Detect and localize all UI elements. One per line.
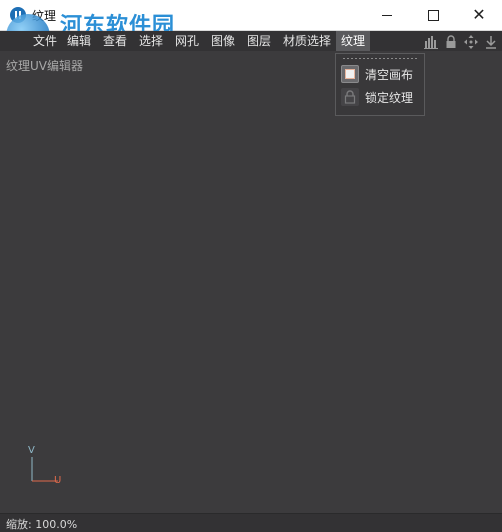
- editor-title: 纹理UV编辑器: [6, 59, 83, 73]
- title-bar: 纹理 河东软件园 www.pc0359.cn ✕: [0, 0, 502, 58]
- move-icon[interactable]: [464, 35, 478, 49]
- menu-item-label: 清空画布: [365, 68, 414, 82]
- menu-mesh[interactable]: 网孔: [170, 31, 204, 51]
- menu-item-label: 锁定纹理: [365, 91, 414, 105]
- menu-item-clear-canvas[interactable]: 清空画布: [339, 64, 423, 84]
- status-bar: 缩放: 100.0%: [0, 513, 502, 532]
- menu-layer[interactable]: 图层: [242, 31, 276, 51]
- menu-item-lock-texture[interactable]: 锁定纹理: [339, 87, 423, 107]
- menu-texture[interactable]: 纹理: [336, 31, 371, 51]
- minimize-button[interactable]: [364, 0, 410, 30]
- menu-edit[interactable]: 编辑: [62, 31, 96, 51]
- lock-icon[interactable]: [444, 35, 458, 49]
- menu-view[interactable]: 查看: [98, 31, 132, 51]
- uv-editor-area[interactable]: 文件 编辑 查看 选择 网孔 图像 图层 材质选择 纹理 纹理UV编辑器 清空画…: [0, 31, 502, 532]
- histogram-icon[interactable]: [424, 35, 438, 49]
- window-title: 纹理: [32, 9, 57, 23]
- canvas-icon: [341, 65, 359, 83]
- close-button[interactable]: ✕: [456, 0, 502, 30]
- lock-icon: [341, 88, 359, 106]
- menubar: 文件 编辑 查看 选择 网孔 图像 图层 材质选择 纹理: [0, 31, 502, 51]
- u-axis-label: U: [54, 475, 62, 486]
- menu-grip[interactable]: [342, 57, 418, 60]
- uv-axes-gizmo: V U: [24, 445, 68, 491]
- v-axis-label: V: [28, 445, 35, 456]
- app-icon: [10, 7, 26, 23]
- menu-image[interactable]: 图像: [206, 31, 240, 51]
- maximize-button[interactable]: [410, 0, 456, 30]
- close-icon: ✕: [472, 5, 486, 24]
- zoom-level: 缩放: 100.0%: [6, 518, 78, 531]
- texture-dropdown-menu: 清空画布 锁定纹理: [335, 53, 425, 116]
- menu-select[interactable]: 选择: [134, 31, 168, 51]
- minimize-icon: [382, 14, 392, 16]
- menu-file[interactable]: 文件: [28, 31, 62, 51]
- menu-material-select[interactable]: 材质选择: [278, 31, 336, 51]
- download-icon[interactable]: [484, 35, 498, 49]
- maximize-icon: [427, 9, 439, 21]
